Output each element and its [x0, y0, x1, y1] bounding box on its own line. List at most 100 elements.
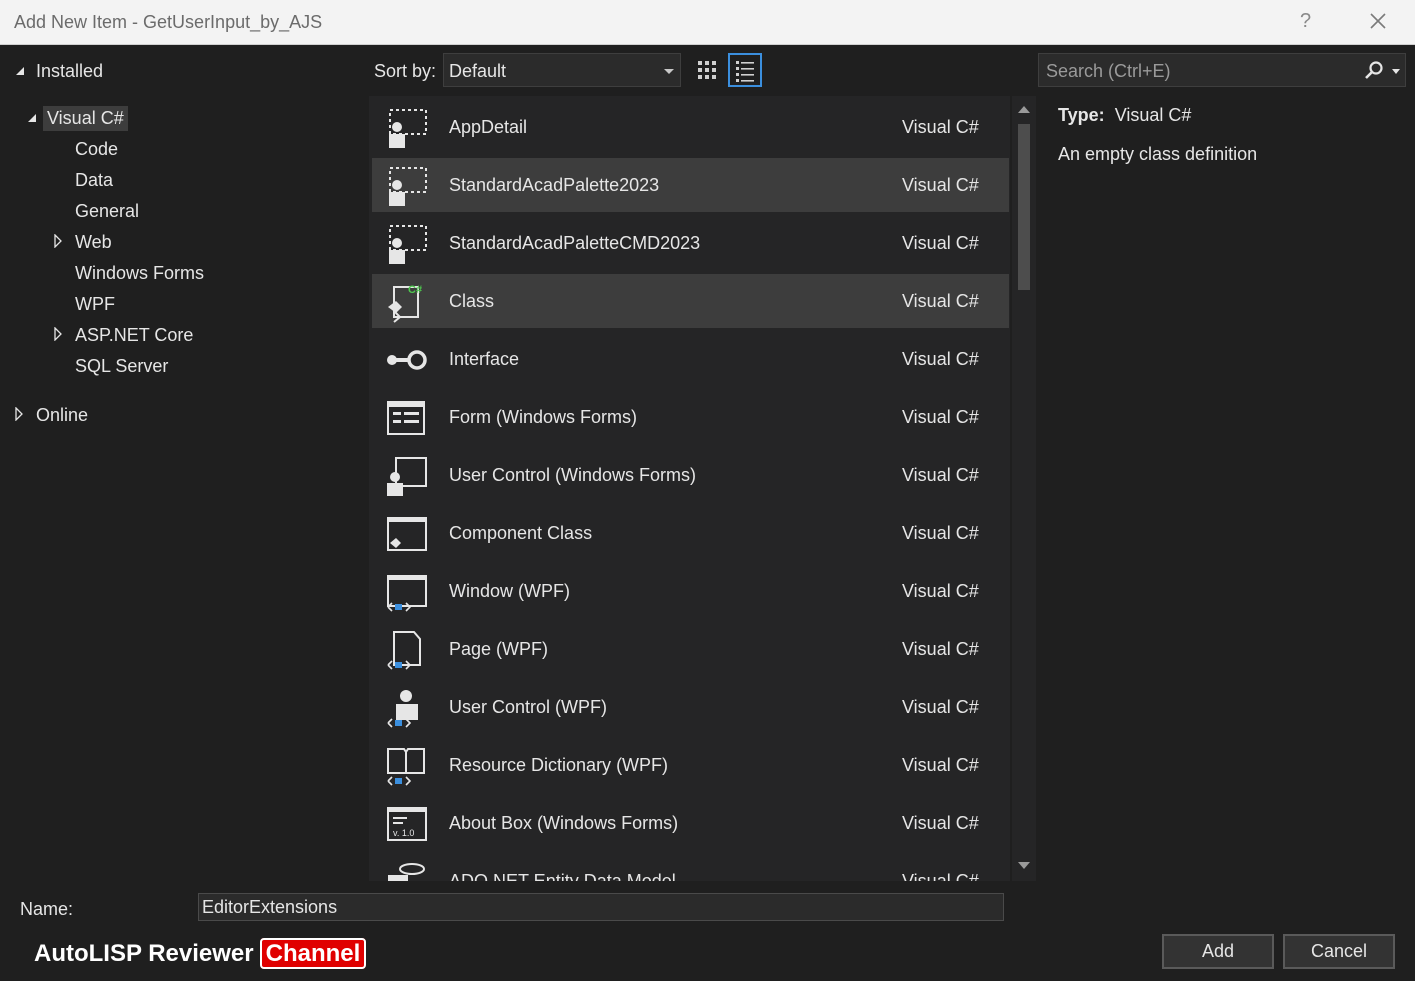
sort-by-label: Sort by:: [374, 61, 437, 81]
item-name: User Control (WPF): [449, 697, 608, 717]
scroll-thumb[interactable]: [1018, 124, 1030, 290]
search-input[interactable]: [1039, 54, 1358, 88]
interface-icon: [387, 350, 427, 370]
class-icon: C#: [388, 284, 422, 323]
item-type: Visual C#: [902, 233, 979, 253]
tree-node-aspnet-core[interactable]: ASP.NET Core: [75, 325, 193, 346]
tree-node-online[interactable]: Online: [36, 405, 88, 426]
item-type: Visual C#: [902, 697, 979, 717]
details-pane: Type: Visual C# An empty class definitio…: [1058, 105, 1398, 165]
add-button[interactable]: Add: [1162, 934, 1274, 969]
channel-watermark: AutoLISP Reviewer Channel: [34, 938, 367, 972]
item-name: StandardAcadPaletteCMD2023: [449, 233, 701, 253]
window-title: Add New Item - GetUserInput_by_AJS: [14, 12, 323, 32]
sort-by-dropdown[interactable]: Default: [443, 53, 681, 87]
collapsed-triangle-icon[interactable]: [53, 327, 63, 341]
tree-node-data[interactable]: Data: [75, 170, 113, 191]
tree-node-windows-forms[interactable]: Windows Forms: [75, 263, 204, 284]
scroll-up-icon[interactable]: [1018, 106, 1030, 113]
help-button[interactable]: ?: [1300, 10, 1311, 33]
list-item[interactable]: User Control (WPF) Visual C#: [372, 680, 1009, 734]
sort-by-value: Default: [449, 61, 507, 81]
expanded-triangle-icon[interactable]: [26, 112, 38, 124]
about-box-icon: v. 1.0: [387, 807, 427, 841]
item-type: Visual C#: [902, 175, 979, 195]
svg-text:C#: C#: [408, 284, 422, 296]
form-icon: [387, 401, 425, 435]
item-name: ADO.NET Entity Data Model: [449, 871, 676, 881]
page-icon: [387, 631, 421, 670]
list-item[interactable]: StandardAcadPaletteCMD2023 Visual C#: [372, 216, 1009, 270]
chevron-down-icon: [664, 69, 674, 74]
list-item[interactable]: C# Class Visual C#: [372, 274, 1009, 328]
wpf-user-control-icon: [387, 690, 418, 728]
list-item[interactable]: Interface Visual C#: [372, 332, 1009, 386]
type-value: Visual C#: [1114, 105, 1192, 125]
template-list: AppDetail Visual C# StandardAcadPalette2…: [369, 96, 1010, 881]
resource-dictionary-icon: [387, 748, 425, 786]
list-item[interactable]: Resource Dictionary (WPF) Visual C#: [372, 738, 1009, 792]
bottom-bar: Name: AutoLISP ReviewerChannel Add Cance…: [0, 882, 1415, 981]
collapsed-triangle-icon[interactable]: [14, 407, 24, 421]
item-name: User Control (Windows Forms): [449, 465, 697, 485]
item-type: Visual C#: [902, 407, 979, 427]
grid-view-icon: [698, 61, 716, 79]
item-type: Visual C#: [902, 117, 979, 137]
list-view-button[interactable]: [728, 53, 762, 87]
item-name: Component Class: [449, 523, 593, 543]
palette-icon: [389, 225, 427, 264]
tree-node-code[interactable]: Code: [75, 139, 118, 160]
list-item[interactable]: StandardAcadPalette2023 Visual C#: [372, 158, 1009, 212]
item-name: AppDetail: [449, 117, 528, 137]
search-box: [1038, 53, 1406, 88]
name-input[interactable]: [198, 893, 1004, 921]
tree-node-wpf[interactable]: WPF: [75, 294, 115, 315]
type-label: Type:: [1058, 105, 1105, 125]
item-type: Visual C#: [902, 349, 979, 369]
close-icon[interactable]: [1366, 9, 1390, 33]
name-label: Name:: [20, 899, 74, 919]
tree-node-web[interactable]: Web: [75, 232, 112, 253]
item-type: Visual C#: [902, 581, 979, 601]
item-type: Visual C#: [902, 813, 979, 833]
list-item[interactable]: ADO.NET Entity Data Model Visual C#: [372, 854, 1009, 881]
cancel-button[interactable]: Cancel: [1283, 934, 1395, 969]
item-name: StandardAcadPalette2023: [449, 175, 660, 195]
item-type: Visual C#: [902, 755, 979, 775]
search-icon[interactable]: [1363, 60, 1385, 82]
item-name: Form (Windows Forms): [449, 407, 637, 427]
list-item[interactable]: User Control (Windows Forms) Visual C#: [372, 448, 1009, 502]
item-name: Page (WPF): [449, 639, 549, 659]
item-name: Resource Dictionary (WPF): [449, 755, 669, 775]
list-item[interactable]: AppDetail Visual C#: [372, 100, 1009, 154]
list-item[interactable]: Component Class Visual C#: [372, 506, 1009, 560]
item-type: Visual C#: [902, 523, 979, 543]
expanded-triangle-icon[interactable]: [14, 65, 26, 77]
item-type: Visual C#: [902, 639, 979, 659]
list-item[interactable]: Form (Windows Forms) Visual C#: [372, 390, 1009, 444]
item-name: Interface: [449, 349, 520, 369]
tree-node-general[interactable]: General: [75, 201, 139, 222]
scroll-down-icon[interactable]: [1018, 862, 1030, 869]
tree-node-sql-server[interactable]: SQL Server: [75, 356, 168, 377]
list-item[interactable]: Page (WPF) Visual C#: [372, 622, 1009, 676]
item-type: Visual C#: [902, 871, 979, 881]
details-description: An empty class definition: [1058, 144, 1258, 164]
details-type: Type: Visual C#: [1058, 105, 1398, 126]
palette-icon: [389, 109, 427, 148]
list-item[interactable]: Window (WPF) Visual C#: [372, 564, 1009, 618]
user-control-icon: [387, 457, 427, 496]
item-type: Visual C#: [902, 291, 979, 311]
item-name: Class: [449, 291, 495, 311]
list-scrollbar[interactable]: [1012, 96, 1036, 881]
entity-model-icon: [388, 863, 425, 881]
chevron-down-icon[interactable]: [1392, 69, 1400, 74]
tree-node-visual-csharp[interactable]: Visual C#: [43, 106, 128, 131]
watermark-text: AutoLISP Reviewer: [34, 940, 254, 967]
item-name: Window (WPF): [449, 581, 570, 601]
list-item[interactable]: v. 1.0 About Box (Windows Forms) Visual …: [372, 796, 1009, 850]
medium-icons-view-button[interactable]: [690, 53, 724, 87]
window-icon: [387, 575, 427, 612]
tree-node-installed[interactable]: Installed: [36, 61, 103, 82]
collapsed-triangle-icon[interactable]: [53, 234, 63, 248]
